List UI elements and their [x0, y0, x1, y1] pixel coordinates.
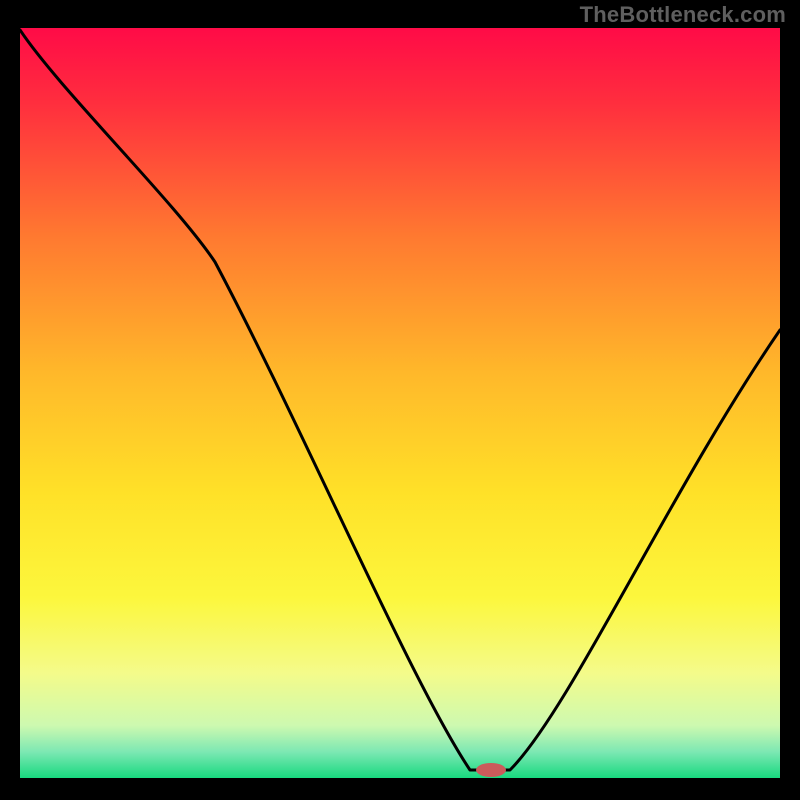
plot-svg [0, 0, 800, 800]
valley-marker [476, 763, 506, 777]
gradient-background [20, 28, 780, 778]
watermark-text: TheBottleneck.com [580, 2, 786, 28]
bottleneck-chart: TheBottleneck.com [0, 0, 800, 800]
